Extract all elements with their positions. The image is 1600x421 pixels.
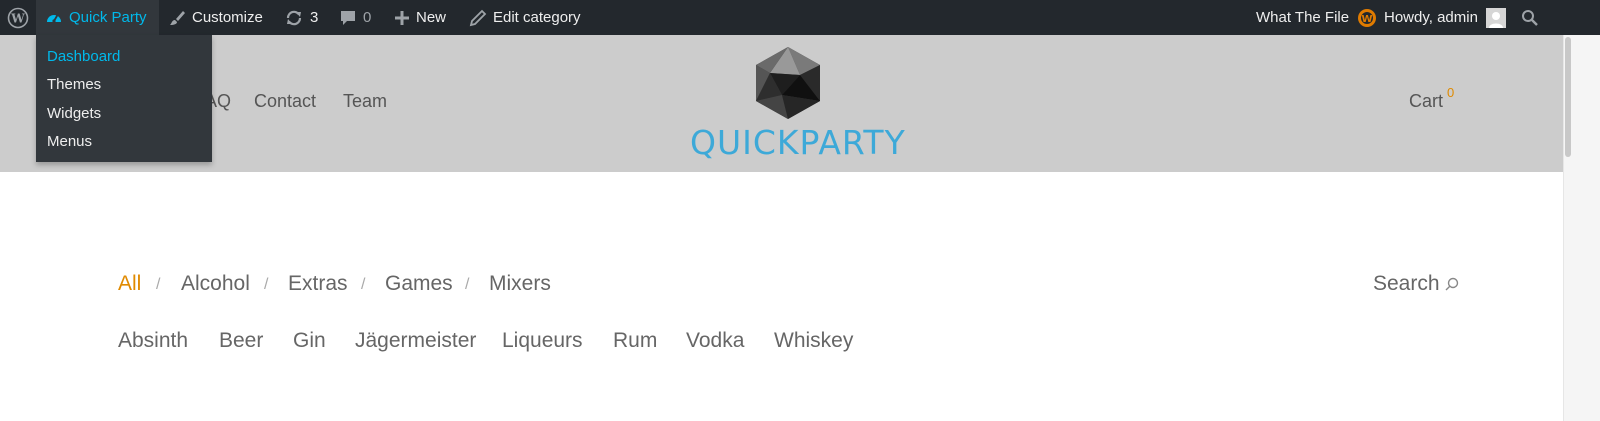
customize-label: Customize [192, 9, 263, 26]
admin-search-button[interactable] [1521, 0, 1539, 35]
comment-bubble-icon [339, 9, 357, 27]
site-name-menu[interactable]: Quick Party [36, 0, 159, 35]
subfilter-gin[interactable]: Gin [293, 329, 326, 353]
dropdown-item-themes[interactable]: Themes [47, 76, 101, 93]
site-logo-icon[interactable] [752, 45, 824, 126]
filter-games[interactable]: Games [385, 272, 453, 296]
customize-link[interactable]: Customize [168, 0, 263, 35]
subfilter-beer[interactable]: Beer [219, 329, 263, 353]
subfilter-jagermeister[interactable]: Jägermeister [355, 329, 476, 353]
what-the-file-label: What The File [1256, 9, 1350, 26]
subfilter-liqueurs[interactable]: Liqueurs [502, 329, 583, 353]
new-label: New [416, 9, 447, 26]
dropdown-item-dashboard[interactable]: Dashboard [47, 48, 120, 65]
admin-bar: W Quick Party Customize 3 0 New Edit cat… [0, 0, 1600, 35]
what-the-file-icon: W [1357, 8, 1377, 28]
site-header: AQ Contact Team QUICKPARTY Cart 0 [0, 35, 1563, 172]
nav-item-team[interactable]: Team [343, 91, 387, 112]
avatar [1485, 7, 1506, 28]
scrollbar-thumb[interactable] [1565, 37, 1571, 157]
nav-item-contact[interactable]: Contact [254, 91, 316, 112]
site-logo-text[interactable]: QUICKPARTY [690, 123, 905, 162]
plus-icon [394, 10, 410, 26]
account-menu[interactable]: Howdy, admin [1384, 0, 1506, 35]
filter-mixers[interactable]: Mixers [489, 272, 551, 296]
filter-separator: / [465, 276, 470, 293]
edit-category-link[interactable]: Edit category [469, 0, 581, 35]
refresh-icon [284, 9, 304, 27]
site-name-dropdown: Dashboard Themes Widgets Menus [36, 35, 212, 162]
search-icon [1521, 9, 1539, 27]
howdy-label: Howdy, admin [1384, 9, 1478, 26]
page-scrollbar[interactable] [1563, 35, 1600, 421]
comments-link[interactable]: 0 [339, 0, 371, 35]
search-icon [1445, 277, 1459, 291]
subfilter-absinth[interactable]: Absinth [118, 329, 188, 353]
cart-label: Cart [1409, 91, 1444, 111]
cart-count-badge: 0 [1447, 85, 1455, 100]
filter-extras[interactable]: Extras [288, 272, 348, 296]
new-content-menu[interactable]: New [394, 0, 446, 35]
svg-text:W: W [10, 11, 25, 25]
filter-alcohol[interactable]: Alcohol [181, 272, 250, 296]
pencil-icon [469, 9, 487, 27]
wordpress-icon: W [7, 7, 29, 29]
subfilter-whiskey[interactable]: Whiskey [774, 329, 853, 353]
site-name: Quick Party [69, 9, 147, 26]
paintbrush-icon [168, 9, 186, 27]
edit-category-label: Edit category [493, 9, 581, 26]
subfilter-vodka[interactable]: Vodka [686, 329, 744, 353]
dropdown-item-menus[interactable]: Menus [47, 133, 92, 150]
comments-count: 0 [363, 9, 372, 26]
dashboard-icon [45, 9, 63, 27]
dropdown-item-widgets[interactable]: Widgets [47, 105, 101, 122]
updates-count: 3 [310, 9, 319, 26]
search-label: Search [1373, 272, 1440, 295]
filter-all[interactable]: All [118, 272, 141, 296]
what-the-file-menu[interactable]: What The File W [1256, 0, 1377, 35]
user-avatar-icon [1488, 11, 1503, 28]
wordpress-logo-button[interactable]: W [0, 0, 36, 35]
filter-separator: / [264, 276, 269, 293]
product-search-link[interactable]: Search [1373, 272, 1459, 296]
cart-link[interactable]: Cart 0 [1409, 85, 1454, 112]
updates-link[interactable]: 3 [284, 0, 318, 35]
svg-text:W: W [1362, 14, 1373, 25]
filter-separator: / [361, 276, 366, 293]
subfilter-rum[interactable]: Rum [613, 329, 657, 353]
filter-separator: / [156, 276, 161, 293]
